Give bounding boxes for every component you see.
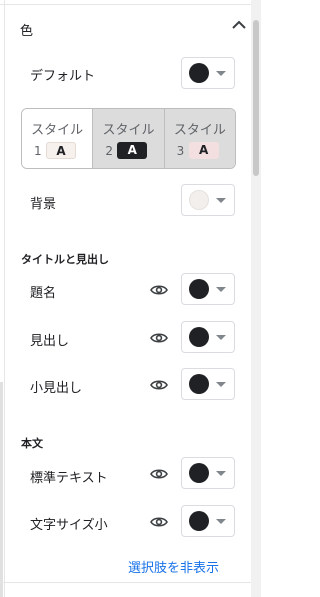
color-swatch bbox=[189, 190, 209, 210]
scrollbar-thumb[interactable] bbox=[253, 20, 259, 176]
default-color-label: デフォルト bbox=[30, 69, 96, 84]
background-color-label: 背景 bbox=[30, 197, 57, 212]
style-badge: A bbox=[188, 142, 219, 159]
caret-down-icon bbox=[216, 198, 226, 203]
color-swatch bbox=[189, 463, 209, 483]
eye-icon[interactable] bbox=[150, 468, 168, 480]
heading-color-picker[interactable] bbox=[181, 321, 235, 353]
default-color-picker[interactable] bbox=[181, 57, 235, 89]
style-option-1[interactable]: スタイル 1 A bbox=[22, 109, 93, 168]
caret-down-icon bbox=[216, 287, 226, 292]
top-divider bbox=[0, 4, 251, 5]
style-option-2[interactable]: スタイル 2 A bbox=[92, 109, 164, 168]
style-option-label: スタイル bbox=[31, 123, 84, 138]
small-text-label: 文字サイズ小 bbox=[30, 518, 108, 533]
color-swatch bbox=[189, 511, 209, 531]
background-color-picker[interactable] bbox=[181, 184, 235, 216]
normal-text-color-picker[interactable] bbox=[181, 457, 235, 489]
style-option-number: 3 bbox=[176, 144, 185, 158]
style-switch: スタイル 1 A スタイル 2 A スタイル 3 A bbox=[21, 108, 236, 169]
caret-down-icon bbox=[216, 471, 226, 476]
heading-label: 見出し bbox=[30, 334, 70, 349]
title-label: 題名 bbox=[30, 286, 57, 301]
chevron-up-icon[interactable] bbox=[231, 18, 247, 30]
caret-down-icon bbox=[216, 519, 226, 524]
eye-icon[interactable] bbox=[150, 284, 168, 296]
caret-down-icon bbox=[216, 71, 226, 76]
style-option-label: スタイル bbox=[102, 123, 155, 138]
style-option-number: 1 bbox=[34, 144, 42, 158]
color-swatch bbox=[189, 63, 209, 83]
panel-left-shadow bbox=[0, 382, 3, 597]
subheading-label: 小見出し bbox=[30, 381, 83, 396]
style-option-3[interactable]: スタイル 3 A bbox=[163, 109, 235, 168]
small-text-color-picker[interactable] bbox=[181, 505, 235, 537]
group-label-body: 本文 bbox=[21, 437, 43, 450]
style-option-label: スタイル bbox=[173, 123, 226, 138]
bottom-divider bbox=[0, 582, 251, 583]
caret-down-icon bbox=[216, 335, 226, 340]
group-label-titles: タイトルと見出し bbox=[21, 253, 109, 266]
style-badge: A bbox=[46, 142, 76, 159]
color-swatch bbox=[189, 374, 209, 394]
color-swatch bbox=[189, 327, 209, 347]
style-badge: A bbox=[117, 142, 148, 159]
color-swatch bbox=[189, 279, 209, 299]
section-title: 色 bbox=[20, 24, 34, 39]
title-color-picker[interactable] bbox=[181, 273, 235, 305]
eye-icon[interactable] bbox=[150, 332, 168, 344]
style-option-number: 2 bbox=[105, 144, 113, 158]
subheading-color-picker[interactable] bbox=[181, 368, 235, 400]
eye-icon[interactable] bbox=[150, 516, 168, 528]
normal-text-label: 標準テキスト bbox=[30, 471, 108, 486]
eye-icon[interactable] bbox=[150, 379, 168, 391]
caret-down-icon bbox=[216, 382, 226, 387]
hide-options-link[interactable]: 選択肢を非表示 bbox=[128, 557, 219, 576]
